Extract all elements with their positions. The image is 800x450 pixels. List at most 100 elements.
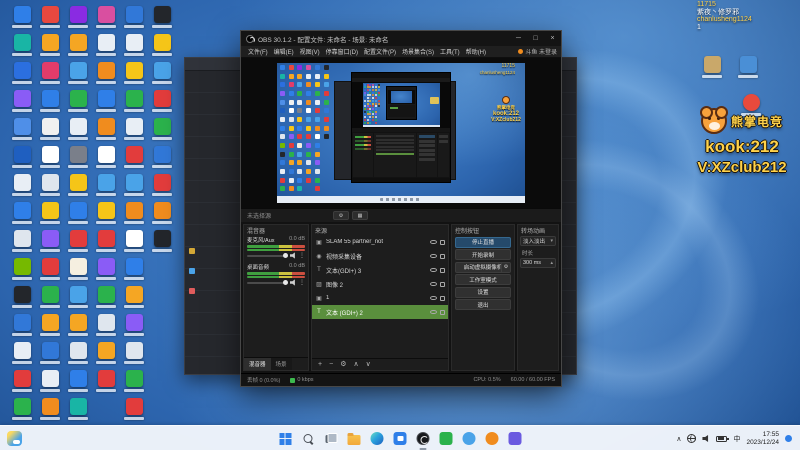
- taskbar-icon-edge[interactable]: [369, 430, 386, 447]
- gear-icon[interactable]: ⚙: [501, 262, 510, 272]
- obs-titlebar[interactable]: OBS 30.1.2 - 配置文件: 未命名 - 场景: 未命名 ─ □ ×: [241, 31, 561, 46]
- channel-menu-icon[interactable]: ⋮: [299, 253, 305, 259]
- desktop-icon[interactable]: [66, 286, 90, 312]
- desktop-icon[interactable]: [10, 230, 34, 256]
- desktop-icon[interactable]: [38, 286, 62, 312]
- source-row[interactable]: ▨ 图像 2: [312, 277, 448, 291]
- volume-icon[interactable]: [702, 434, 709, 443]
- desktop-icon[interactable]: [94, 286, 118, 312]
- desktop-icon[interactable]: [66, 314, 90, 340]
- source-row[interactable]: ▣ 1: [312, 291, 448, 305]
- sources-toolbar-move-down-icon[interactable]: ∨: [366, 360, 371, 370]
- desktop-icon[interactable]: [38, 258, 62, 284]
- desktop-icon[interactable]: [122, 314, 146, 340]
- desktop-icon[interactable]: [122, 118, 146, 144]
- desktop-icon[interactable]: [122, 174, 146, 200]
- lock-icon[interactable]: [440, 253, 445, 259]
- desktop-icon[interactable]: [94, 6, 118, 32]
- desktop-icon[interactable]: [94, 62, 118, 88]
- desktop-icon[interactable]: [66, 202, 90, 228]
- desktop-icon[interactable]: [10, 286, 34, 312]
- desktop-icon[interactable]: [122, 62, 146, 88]
- desktop-icon[interactable]: [122, 202, 146, 228]
- desktop-icon[interactable]: [150, 34, 174, 60]
- desktop-icon[interactable]: [38, 202, 62, 228]
- desktop-icon[interactable]: [10, 202, 34, 228]
- transition-select[interactable]: 淡入淡出 ▾: [520, 236, 556, 246]
- maximize-button[interactable]: □: [527, 31, 544, 46]
- desktop-icon[interactable]: [10, 258, 34, 284]
- desktop-icon[interactable]: [38, 230, 62, 256]
- speaker-icon[interactable]: [290, 279, 295, 286]
- desktop-icon[interactable]: [150, 90, 174, 116]
- menu-item-2[interactable]: 视图(V): [297, 47, 323, 56]
- desktop-icon[interactable]: [66, 370, 90, 396]
- desktop-icon[interactable]: [150, 202, 174, 228]
- visibility-icon[interactable]: [430, 239, 437, 245]
- desktop-icon[interactable]: [10, 6, 34, 32]
- desktop-icon[interactable]: [94, 34, 118, 60]
- desktop-icon[interactable]: [66, 342, 90, 368]
- sources-toolbar-properties-icon[interactable]: ⚙: [340, 360, 346, 370]
- desktop-icon[interactable]: [38, 342, 62, 368]
- desktop-icon[interactable]: [122, 34, 146, 60]
- source-row[interactable]: T 文本 (GDI+) 2: [312, 305, 448, 319]
- sources-toolbar-remove-icon[interactable]: −: [329, 360, 333, 370]
- volume-slider-knob[interactable]: [283, 279, 289, 285]
- desktop-icon[interactable]: [66, 398, 90, 424]
- control-button[interactable]: 停止直播: [455, 236, 511, 248]
- lock-icon[interactable]: [440, 295, 445, 301]
- tab-scenes[interactable]: 场景: [270, 358, 292, 370]
- desktop-icon[interactable]: [10, 174, 34, 200]
- taskbar-icon-app[interactable]: [507, 430, 524, 447]
- menu-item-0[interactable]: 文件(F): [245, 47, 271, 56]
- desktop-icon[interactable]: [122, 90, 146, 116]
- taskbar-icon-store[interactable]: [392, 430, 409, 447]
- desktop-icon[interactable]: [122, 146, 146, 172]
- clock[interactable]: 17:55 2023/12/24: [746, 431, 779, 446]
- desktop-icon[interactable]: [10, 398, 34, 424]
- volume-slider[interactable]: [247, 279, 289, 285]
- desktop-icon[interactable]: [122, 258, 146, 284]
- spinner-icon[interactable]: ▴: [550, 260, 553, 266]
- desktop-icon[interactable]: [38, 6, 62, 32]
- desktop-icon[interactable]: [38, 90, 62, 116]
- menu-item-5[interactable]: 场景集合(S): [399, 47, 437, 56]
- desktop-icon[interactable]: [66, 258, 90, 284]
- desktop-icon[interactable]: [66, 118, 90, 144]
- douyu-login-status[interactable]: 斗鱼 未登录: [518, 47, 557, 56]
- desktop-icon[interactable]: [66, 62, 90, 88]
- desktop-icon[interactable]: [66, 34, 90, 60]
- notification-badge[interactable]: [785, 435, 792, 442]
- network-icon[interactable]: [687, 434, 697, 443]
- desktop-icon[interactable]: [38, 370, 62, 396]
- battery-icon[interactable]: [716, 435, 729, 442]
- tab-mixer[interactable]: 混音器: [244, 358, 271, 370]
- desktop-icon[interactable]: [94, 230, 118, 256]
- desktop-icon[interactable]: [38, 398, 62, 424]
- desktop-icon[interactable]: [10, 90, 34, 116]
- control-button[interactable]: 启动虚拟摄像机 ⚙: [455, 261, 511, 273]
- desktop-icon[interactable]: [94, 118, 118, 144]
- desktop-icon[interactable]: [700, 56, 724, 82]
- input-method-indicator[interactable]: 中: [733, 434, 740, 444]
- taskbar-icon-task-view[interactable]: [323, 430, 340, 447]
- desktop-icon[interactable]: [94, 174, 118, 200]
- desktop-icon[interactable]: [10, 314, 34, 340]
- desktop-icon[interactable]: [94, 258, 118, 284]
- sources-toolbar-add-icon[interactable]: +: [318, 360, 322, 370]
- desktop-icon[interactable]: [94, 314, 118, 340]
- visibility-icon[interactable]: [430, 253, 437, 259]
- taskbar-icon-launcher[interactable]: [484, 430, 501, 447]
- desktop-icon[interactable]: [66, 230, 90, 256]
- tray-expand-icon[interactable]: ∧: [676, 435, 681, 443]
- desktop-icon[interactable]: [66, 174, 90, 200]
- lock-icon[interactable]: [440, 281, 445, 287]
- taskbar-icon-wechat[interactable]: [438, 430, 455, 447]
- desktop-icon[interactable]: [38, 146, 62, 172]
- source-row[interactable]: ◉ 视频采集设备: [312, 249, 448, 263]
- taskbar-icon-obs[interactable]: [415, 430, 432, 450]
- menu-item-3[interactable]: 停靠窗口(D): [323, 47, 361, 56]
- desktop-icon[interactable]: [94, 146, 118, 172]
- desktop-icon[interactable]: [122, 342, 146, 368]
